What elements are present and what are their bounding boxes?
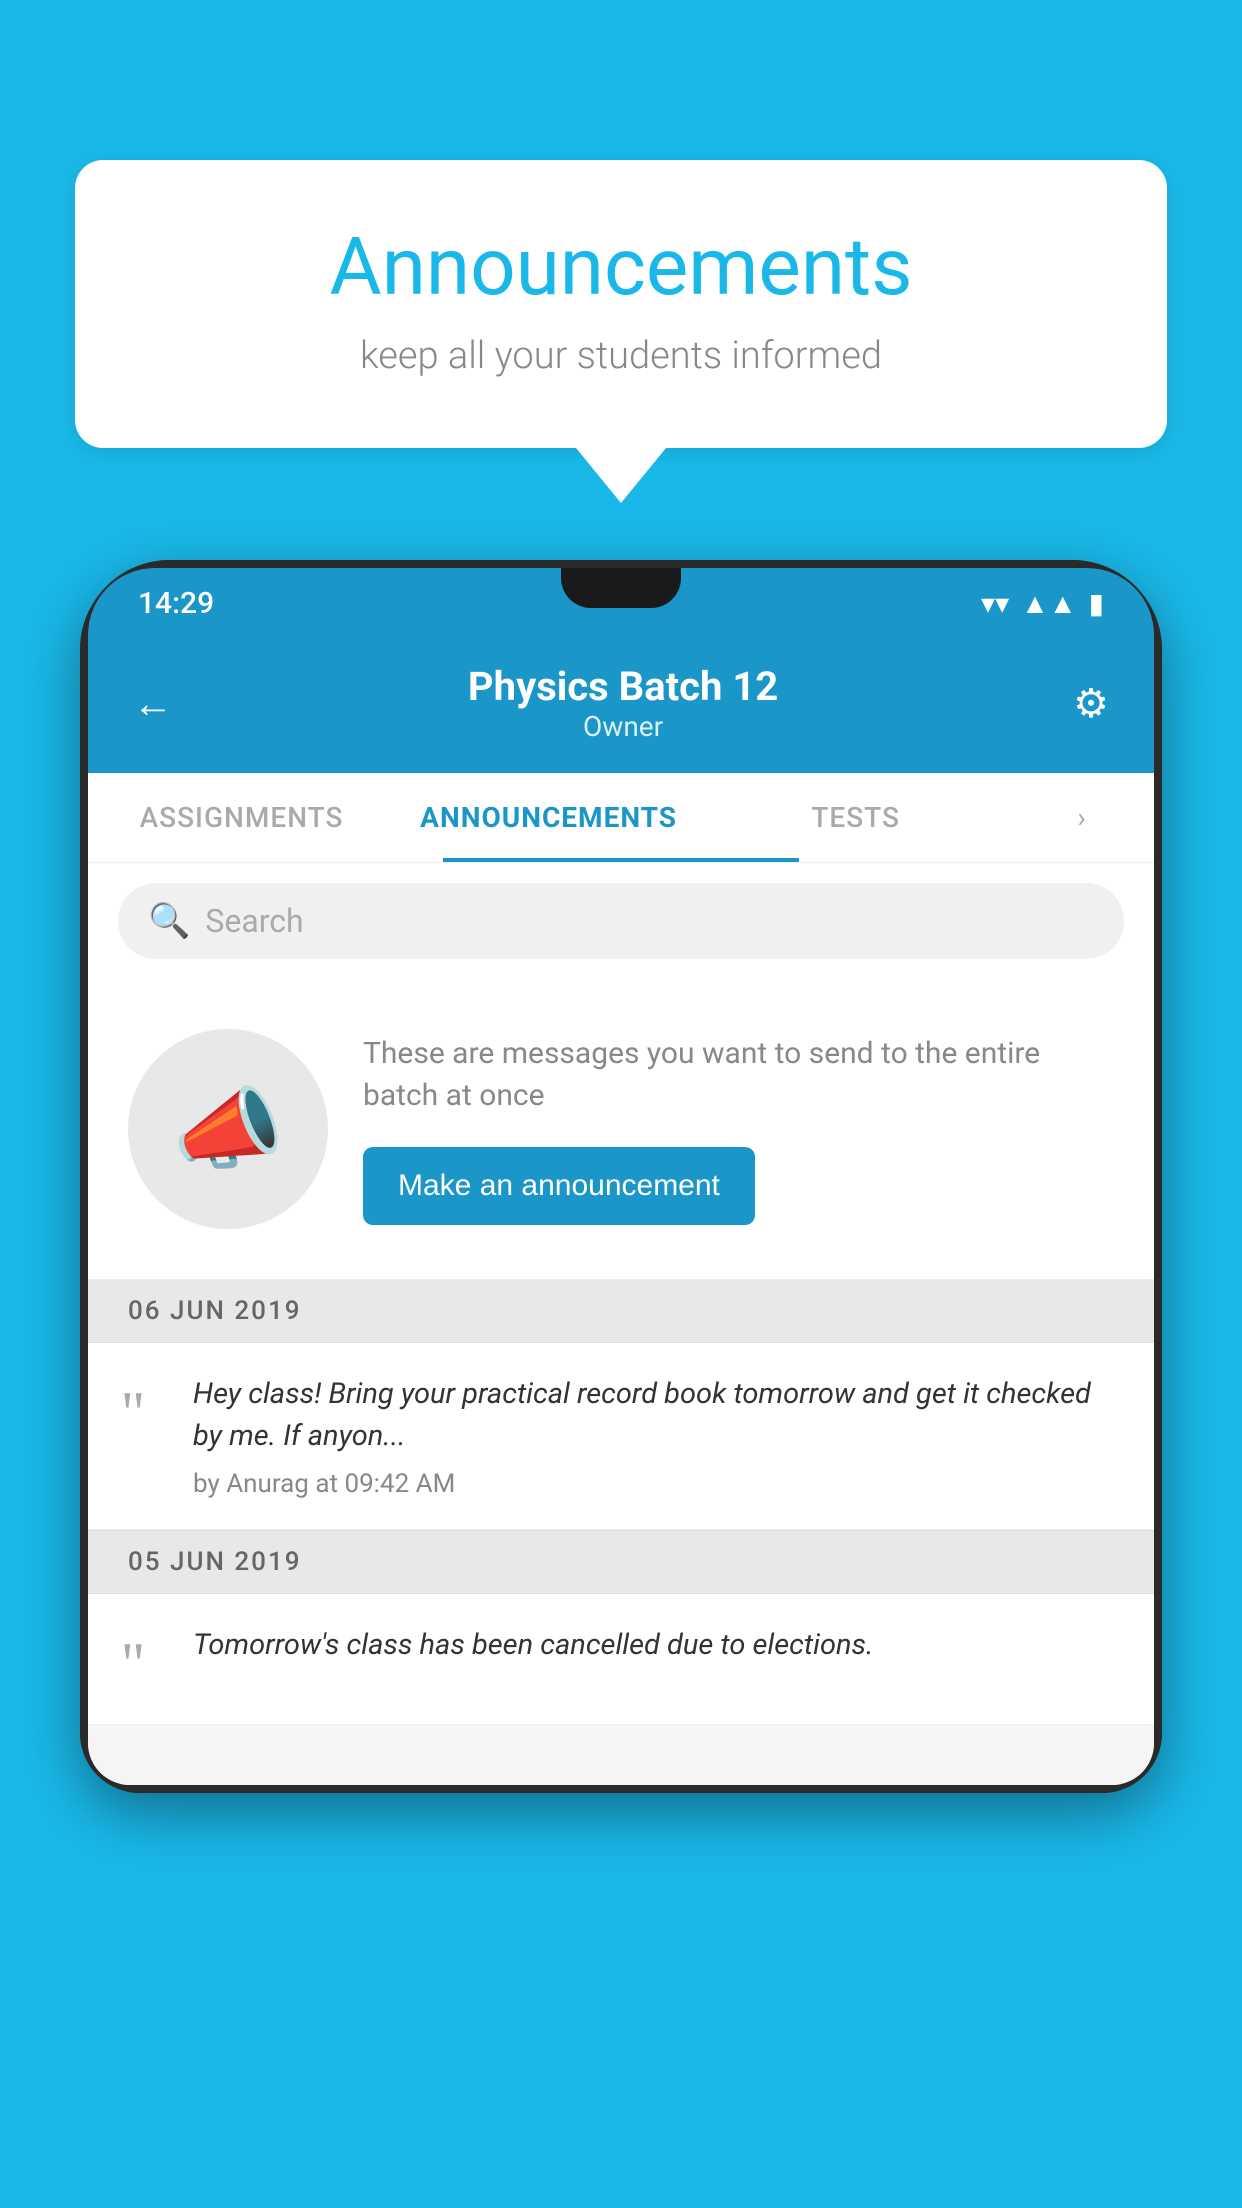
content-area: 🔍 Search 📣 These are messages you want t… xyxy=(88,863,1154,1785)
speech-bubble-section: Announcements keep all your students inf… xyxy=(75,160,1167,503)
back-button[interactable]: ← xyxy=(133,680,173,727)
megaphone-circle: 📣 xyxy=(128,1029,328,1229)
phone-bottom xyxy=(88,1725,1154,1785)
search-bar[interactable]: 🔍 Search xyxy=(118,883,1124,959)
search-icon: 🔍 xyxy=(148,901,190,941)
batch-name: Physics Batch 12 xyxy=(173,663,1073,710)
announcement-item-2[interactable]: " Tomorrow's class has been cancelled du… xyxy=(88,1594,1154,1725)
notch xyxy=(561,568,681,608)
prompt-description: These are messages you want to send to t… xyxy=(363,1033,1114,1117)
tab-announcements[interactable]: ANNOUNCEMENTS xyxy=(395,773,702,862)
bubble-subtitle: keep all your students informed xyxy=(155,334,1087,378)
announcement-text-2: Tomorrow's class has been cancelled due … xyxy=(193,1624,1119,1678)
tab-active-indicator xyxy=(443,858,798,862)
phone-mockup: 14:29 ▾▾ ▲▲ ▮ ← Physics Batch 12 Owner ⚙ xyxy=(80,560,1162,2208)
speech-bubble-arrow xyxy=(576,448,666,503)
phone-screen: 14:29 ▾▾ ▲▲ ▮ ← Physics Batch 12 Owner ⚙ xyxy=(80,560,1162,1793)
settings-icon[interactable]: ⚙ xyxy=(1073,680,1109,727)
speech-bubble-card: Announcements keep all your students inf… xyxy=(75,160,1167,448)
app-header: ← Physics Batch 12 Owner ⚙ xyxy=(88,638,1154,773)
date-separator-1: 06 JUN 2019 xyxy=(88,1280,1154,1343)
announcement-item-1[interactable]: " Hey class! Bring your practical record… xyxy=(88,1343,1154,1530)
signal-icon: ▲▲ xyxy=(1021,587,1076,620)
quote-icon-block-1: " xyxy=(88,1373,178,1443)
announcement-prompt: 📣 These are messages you want to send to… xyxy=(88,979,1154,1280)
tab-more[interactable]: › xyxy=(1009,773,1154,862)
quote-icon-block-2: " xyxy=(88,1624,178,1694)
search-bar-wrapper: 🔍 Search xyxy=(88,863,1154,979)
announcement-message-2: Tomorrow's class has been cancelled due … xyxy=(193,1624,1119,1666)
tab-bar: ASSIGNMENTS ANNOUNCEMENTS TESTS › xyxy=(88,773,1154,863)
status-time: 14:29 xyxy=(138,586,214,621)
prompt-right: These are messages you want to send to t… xyxy=(363,1033,1114,1225)
announcement-meta-1: by Anurag at 09:42 AM xyxy=(193,1469,1119,1499)
date-separator-2: 05 JUN 2019 xyxy=(88,1530,1154,1594)
search-input[interactable]: Search xyxy=(205,902,303,940)
quote-icon-1: " xyxy=(121,1383,146,1443)
tab-tests[interactable]: TESTS xyxy=(702,773,1009,862)
announcement-text-1: Hey class! Bring your practical record b… xyxy=(193,1373,1119,1499)
status-bar: 14:29 ▾▾ ▲▲ ▮ xyxy=(88,568,1154,638)
quote-icon-2: " xyxy=(121,1634,146,1694)
tab-assignments[interactable]: ASSIGNMENTS xyxy=(88,773,395,862)
announcement-message-1: Hey class! Bring your practical record b… xyxy=(193,1373,1119,1457)
status-icons: ▾▾ ▲▲ ▮ xyxy=(981,587,1104,620)
battery-icon: ▮ xyxy=(1089,587,1104,620)
bubble-title: Announcements xyxy=(155,220,1087,314)
megaphone-icon: 📣 xyxy=(172,1077,284,1182)
header-title-block: Physics Batch 12 Owner xyxy=(173,663,1073,743)
phone-frame: 14:29 ▾▾ ▲▲ ▮ ← Physics Batch 12 Owner ⚙ xyxy=(80,560,1162,1793)
wifi-icon: ▾▾ xyxy=(981,587,1009,620)
make-announcement-button[interactable]: Make an announcement xyxy=(363,1147,755,1225)
user-role: Owner xyxy=(173,710,1073,743)
